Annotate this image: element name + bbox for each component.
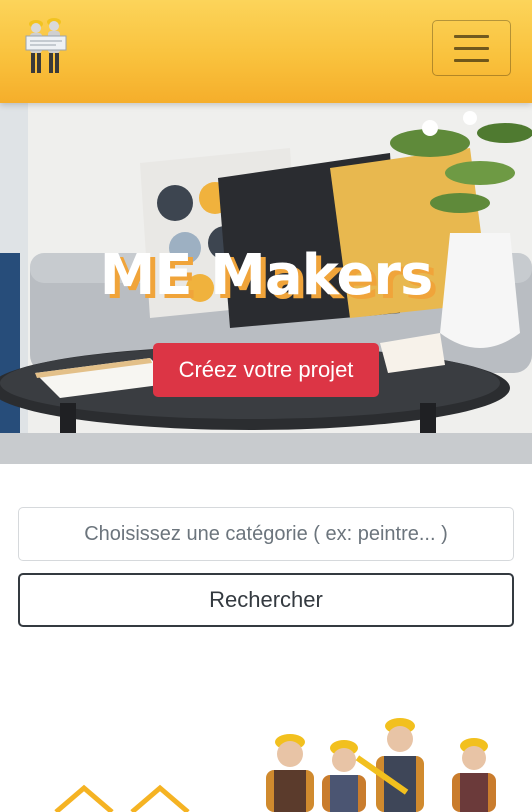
hamburger-menu-icon	[454, 58, 489, 62]
category-search-input[interactable]	[18, 507, 514, 561]
hero-section: ME Makers Créez votre projet	[0, 103, 532, 464]
house-outline-icon	[54, 784, 190, 812]
search-button[interactable]: Rechercher	[18, 573, 514, 627]
hamburger-menu-icon	[454, 46, 489, 50]
hero-title: ME Makers	[99, 243, 434, 308]
navbar	[0, 0, 532, 103]
construction-workers-image	[266, 718, 496, 812]
page: ME Makers Créez votre projet Rechercher	[0, 0, 532, 812]
construction-workers-logo-icon[interactable]	[22, 12, 70, 78]
create-project-button[interactable]: Créez votre projet	[153, 343, 379, 397]
menu-toggle-button[interactable]	[432, 20, 511, 76]
hamburger-menu-icon	[454, 34, 489, 38]
